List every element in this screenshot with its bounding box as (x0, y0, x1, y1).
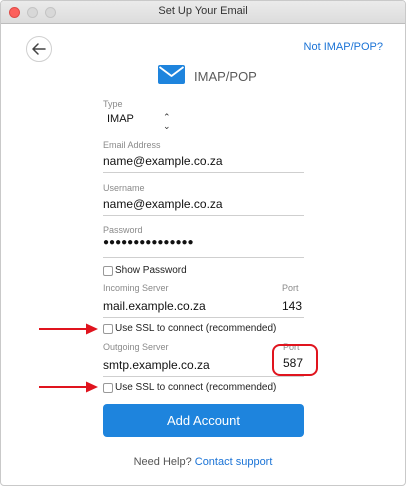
title-bar: Set Up Your Email (1, 1, 405, 24)
need-help-text: Need Help? (133, 456, 192, 468)
setup-email-window: Set Up Your Email Not IMAP/POP? IMAP/POP… (0, 0, 406, 486)
password-label: Password (103, 225, 143, 235)
arrow-left-icon (32, 43, 46, 55)
password-underline (103, 257, 304, 258)
email-field[interactable]: name@example.co.za (103, 154, 223, 168)
outgoing-ssl-checkbox[interactable] (103, 383, 113, 393)
add-account-button[interactable]: Add Account (103, 404, 304, 437)
outgoing-server-field[interactable]: smtp.example.co.za (103, 358, 210, 372)
outgoing-ssl-label: Use SSL to connect (recommended) (115, 382, 277, 393)
show-password-checkbox[interactable] (103, 266, 113, 276)
mail-envelope-icon (158, 65, 185, 84)
username-field[interactable]: name@example.co.za (103, 197, 223, 211)
show-password-label: Show Password (115, 265, 187, 276)
port-highlight-annotation (272, 344, 318, 376)
incoming-server-field[interactable]: mail.example.co.za (103, 299, 206, 313)
help-footer: Need Help? Contact support (1, 456, 405, 468)
incoming-port-label: Port (282, 283, 299, 293)
email-underline (103, 172, 304, 173)
type-select[interactable]: IMAP (107, 113, 134, 125)
type-label: Type (103, 99, 123, 109)
not-imap-pop-link[interactable]: Not IMAP/POP? (304, 41, 383, 53)
username-label: Username (103, 183, 145, 193)
incoming-ssl-label: Use SSL to connect (recommended) (115, 323, 277, 334)
outgoing-underline (103, 376, 304, 377)
page-heading: IMAP/POP (194, 69, 257, 84)
incoming-underline (103, 317, 304, 318)
incoming-port-field[interactable]: 143 (282, 299, 302, 313)
email-label: Email Address (103, 140, 161, 150)
back-button[interactable] (26, 36, 52, 62)
contact-support-link[interactable]: Contact support (195, 456, 273, 468)
incoming-server-label: Incoming Server (103, 283, 169, 293)
window-title: Set Up Your Email (158, 5, 248, 17)
red-arrow-icon (39, 323, 98, 335)
username-underline (103, 215, 304, 216)
incoming-ssl-checkbox[interactable] (103, 324, 113, 334)
red-arrow-icon (39, 381, 98, 393)
outgoing-server-label: Outgoing Server (103, 342, 169, 352)
password-field[interactable]: ●●●●●●●●●●●●●●● (103, 237, 194, 248)
chevron-updown-icon[interactable]: ⌃ ⌄ (163, 113, 171, 131)
